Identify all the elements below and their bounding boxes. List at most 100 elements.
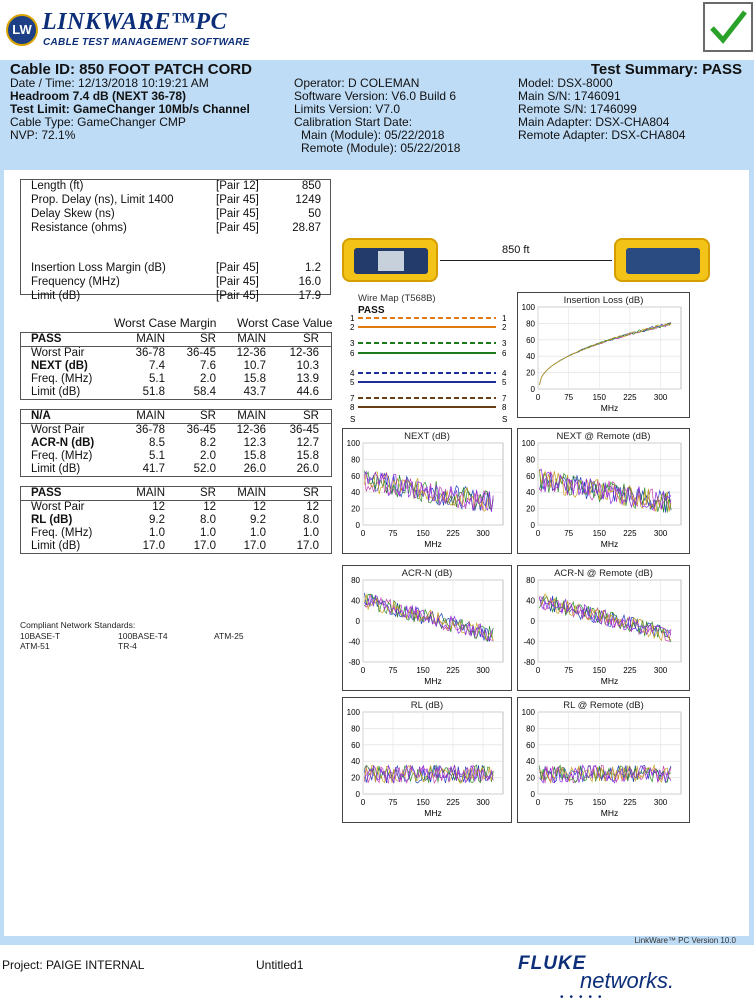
y-tick-label: 40 bbox=[351, 488, 360, 497]
table-cell: 12 bbox=[203, 501, 216, 513]
table-cell: 12 bbox=[152, 501, 165, 513]
table-cell: SR bbox=[200, 333, 216, 345]
table-cell: MAIN bbox=[136, 410, 165, 422]
x-tick-label: 0 bbox=[361, 666, 366, 675]
x-tick-label: 225 bbox=[623, 393, 637, 402]
table-cell: 58.4 bbox=[193, 386, 216, 398]
measurement-pair: [Pair 45] bbox=[216, 262, 259, 274]
wire-map-pin-label: S bbox=[502, 415, 507, 424]
measurement-pair: [Pair 45] bbox=[216, 194, 259, 206]
measurement-row: Delay Skew (ns) [Pair 45] 50 bbox=[31, 208, 321, 222]
table-cell: NEXT (dB) bbox=[31, 360, 88, 372]
x-axis-label: MHz bbox=[601, 676, 618, 686]
table-cell: 15.8 bbox=[296, 450, 319, 462]
table-cell: 10.3 bbox=[296, 360, 319, 372]
x-tick-label: 0 bbox=[361, 798, 366, 807]
measurement-label: Length (ft) bbox=[31, 180, 84, 192]
table-cell: 15.8 bbox=[243, 373, 266, 385]
wire-map-pin-label: 2 bbox=[502, 323, 507, 332]
app-subtitle: CABLE TEST MANAGEMENT SOFTWARE bbox=[43, 37, 250, 48]
x-tick-label: 225 bbox=[623, 529, 637, 538]
summary-right-column: Model: DSX-8000 Main S/N: 1746091 Remote… bbox=[518, 77, 685, 142]
wire-map: Wire Map (T568B) PASS 1122336644557788SS bbox=[342, 290, 512, 425]
measurement-label: Resistance (ohms) bbox=[31, 222, 127, 234]
measurement-pair: [Pair 12] bbox=[216, 180, 259, 192]
measurement-label: Frequency (MHz) bbox=[31, 276, 120, 288]
standard-item: ATM-51 bbox=[20, 641, 50, 651]
project-name: Project: PAIGE INTERNAL bbox=[2, 958, 145, 972]
x-tick-label: 300 bbox=[654, 798, 668, 807]
table-cell: 52.0 bbox=[193, 463, 216, 475]
x-tick-label: 225 bbox=[623, 666, 637, 675]
table-cell: 12 bbox=[306, 501, 319, 513]
y-tick-label: 100 bbox=[347, 439, 361, 448]
x-tick-label: 300 bbox=[654, 529, 668, 538]
y-tick-label: -40 bbox=[348, 638, 360, 647]
table-row: NEXT (dB) 7.4 7.6 10.7 10.3 bbox=[21, 360, 331, 373]
fluke-logo-text: FLUKE bbox=[518, 953, 587, 974]
y-tick-label: 80 bbox=[351, 576, 360, 585]
x-axis-label: MHz bbox=[601, 539, 618, 549]
table-cell: Freq. (MHz) bbox=[31, 450, 93, 462]
wire-map-pin-label: 3 bbox=[350, 339, 355, 348]
x-tick-label: 300 bbox=[654, 666, 668, 675]
x-tick-label: 75 bbox=[564, 798, 573, 807]
x-axis-label: MHz bbox=[601, 808, 618, 818]
table-header-row: N/A MAIN SR MAIN SR bbox=[21, 410, 331, 424]
table-cell: 44.6 bbox=[296, 386, 319, 398]
x-tick-label: 75 bbox=[564, 393, 573, 402]
table-row: Worst Pair 36-78 36-45 12-36 36-45 bbox=[21, 424, 331, 437]
table-row: Freq. (MHz) 1.0 1.0 1.0 1.0 bbox=[21, 527, 331, 540]
wire-map-pin-label: 8 bbox=[502, 403, 507, 412]
y-tick-label: 80 bbox=[526, 455, 535, 464]
wire-map-pin-label: 4 bbox=[350, 369, 355, 378]
table-row: Limit (dB) 51.8 58.4 43.7 44.6 bbox=[21, 386, 331, 399]
table-cell: 9.2 bbox=[149, 514, 165, 526]
x-tick-label: 0 bbox=[536, 529, 541, 538]
y-tick-label: 100 bbox=[522, 439, 536, 448]
report-footer: Project: PAIGE INTERNAL Untitled1 FLUKE … bbox=[0, 945, 754, 1000]
table-cell: 9.2 bbox=[250, 514, 266, 526]
table-cell: 36-78 bbox=[135, 424, 165, 436]
graph-next: NEXT (dB) 0 20 40 60 80 100 0 75 150 225 300 MHz bbox=[342, 428, 512, 554]
table-cell: ACR-N (dB) bbox=[31, 437, 95, 449]
table-row: Limit (dB) 41.7 52.0 26.0 26.0 bbox=[21, 463, 331, 476]
table-cell: 2.0 bbox=[200, 373, 216, 385]
table-row: RL (dB) 9.2 8.0 9.2 8.0 bbox=[21, 514, 331, 527]
measurement-label: Limit (dB) bbox=[31, 290, 81, 302]
standard-item: TR-4 bbox=[118, 641, 137, 651]
wire-map-result: PASS bbox=[358, 305, 385, 316]
x-tick-label: 75 bbox=[389, 666, 398, 675]
table-cell: 51.8 bbox=[142, 386, 165, 398]
nvp: NVP: 72.1% bbox=[10, 128, 76, 142]
measurement-label: Delay Skew (ns) bbox=[31, 208, 115, 220]
x-tick-label: 225 bbox=[446, 798, 460, 807]
table-cell: Limit (dB) bbox=[31, 540, 81, 552]
wire-map-title: Wire Map (T568B) bbox=[358, 293, 436, 304]
x-tick-label: 150 bbox=[416, 666, 430, 675]
wire-map-pin-label: 3 bbox=[502, 339, 507, 348]
table-cell: 26.0 bbox=[296, 463, 319, 475]
pass-checkmark-icon bbox=[703, 2, 753, 52]
table-row: Freq. (MHz) 5.1 2.0 15.8 15.8 bbox=[21, 450, 331, 463]
table-cell: 12-36 bbox=[236, 347, 266, 359]
table-cell: Freq. (MHz) bbox=[31, 527, 93, 539]
table-cell: 1.0 bbox=[303, 527, 319, 539]
performance-table: PASS MAIN SR MAIN SR Worst Pair 36-78 36-45 12-3… bbox=[20, 332, 332, 400]
table-cell: 17.0 bbox=[142, 540, 165, 552]
table-row: Worst Pair 36-78 36-45 12-36 12-36 bbox=[21, 347, 331, 360]
table-cell: 7.6 bbox=[200, 360, 216, 372]
wire-map-pin-label: 5 bbox=[502, 378, 507, 387]
table-cell: 13.9 bbox=[296, 373, 319, 385]
table-cell: 36-45 bbox=[289, 424, 319, 436]
table-cell: 5.1 bbox=[149, 450, 165, 462]
table-row: Worst Pair 12 12 12 12 bbox=[21, 501, 331, 514]
measurement-label: Insertion Loss Margin (dB) bbox=[31, 262, 166, 274]
table-cell: SR bbox=[200, 410, 216, 422]
wire-map-pin-label: 5 bbox=[350, 378, 355, 387]
y-tick-label: 40 bbox=[351, 597, 360, 606]
graph-acrn: ACR-N (dB) -80 -40 0 40 80 0 75 150 225 300 MHz bbox=[342, 565, 512, 691]
measurement-label: Prop. Delay (ns), Limit 1400 bbox=[31, 194, 174, 206]
y-tick-label: 60 bbox=[526, 741, 535, 750]
x-tick-label: 300 bbox=[476, 529, 490, 538]
